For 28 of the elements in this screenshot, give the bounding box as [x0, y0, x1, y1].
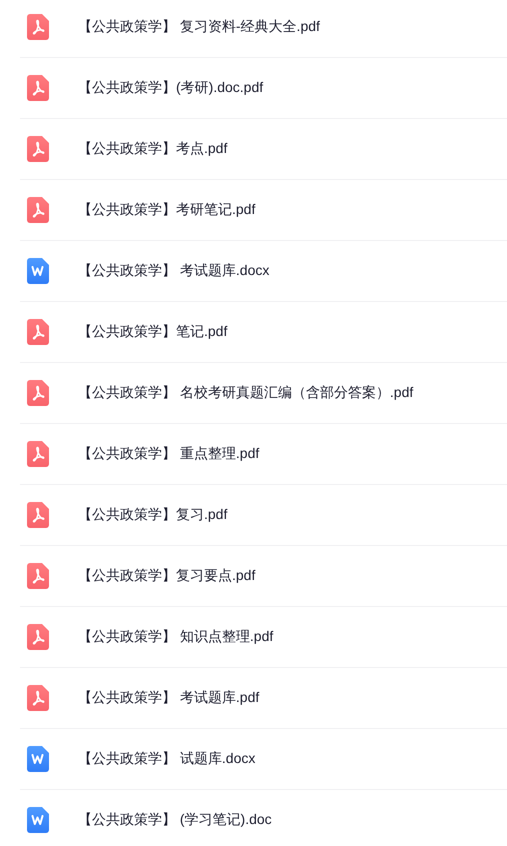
pdf-file-icon	[27, 502, 49, 528]
pdf-file-icon	[27, 685, 49, 711]
pdf-file-icon	[27, 624, 49, 650]
pdf-file-icon	[27, 563, 49, 589]
word-file-icon	[27, 746, 49, 772]
pdf-file-icon	[27, 380, 49, 406]
word-file-icon	[27, 807, 49, 833]
file-name[interactable]: 【公共政策学】 (学习笔记).doc	[78, 811, 272, 829]
file-name[interactable]: 【公共政策学】 知识点整理.pdf	[78, 628, 274, 646]
file-name[interactable]: 【公共政策学】考研笔记.pdf	[78, 201, 256, 219]
file-name[interactable]: 【公共政策学】笔记.pdf	[78, 323, 228, 341]
file-name[interactable]: 【公共政策学】复习要点.pdf	[78, 567, 256, 585]
pdf-file-icon	[27, 197, 49, 223]
pdf-file-icon	[27, 75, 49, 101]
pdf-file-icon	[27, 136, 49, 162]
file-name[interactable]: 【公共政策学】 考试题库.pdf	[78, 689, 260, 707]
file-name[interactable]: 【公共政策学】复习.pdf	[78, 506, 228, 524]
file-name[interactable]: 【公共政策学】考点.pdf	[78, 140, 228, 158]
file-name[interactable]: 【公共政策学】(考研).doc.pdf	[78, 79, 264, 97]
file-name[interactable]: 【公共政策学】 名校考研真题汇编（含部分答案）.pdf	[78, 384, 414, 402]
file-name[interactable]: 【公共政策学】 试题库.docx	[78, 750, 256, 768]
file-name[interactable]: 【公共政策学】 复习资料-经典大全.pdf	[78, 18, 320, 36]
word-file-icon	[27, 258, 49, 284]
file-name[interactable]: 【公共政策学】 重点整理.pdf	[78, 445, 260, 463]
file-name[interactable]: 【公共政策学】 考试题库.docx	[78, 262, 270, 280]
pdf-file-icon	[27, 441, 49, 467]
pdf-file-icon	[27, 319, 49, 345]
pdf-file-icon	[27, 14, 49, 40]
